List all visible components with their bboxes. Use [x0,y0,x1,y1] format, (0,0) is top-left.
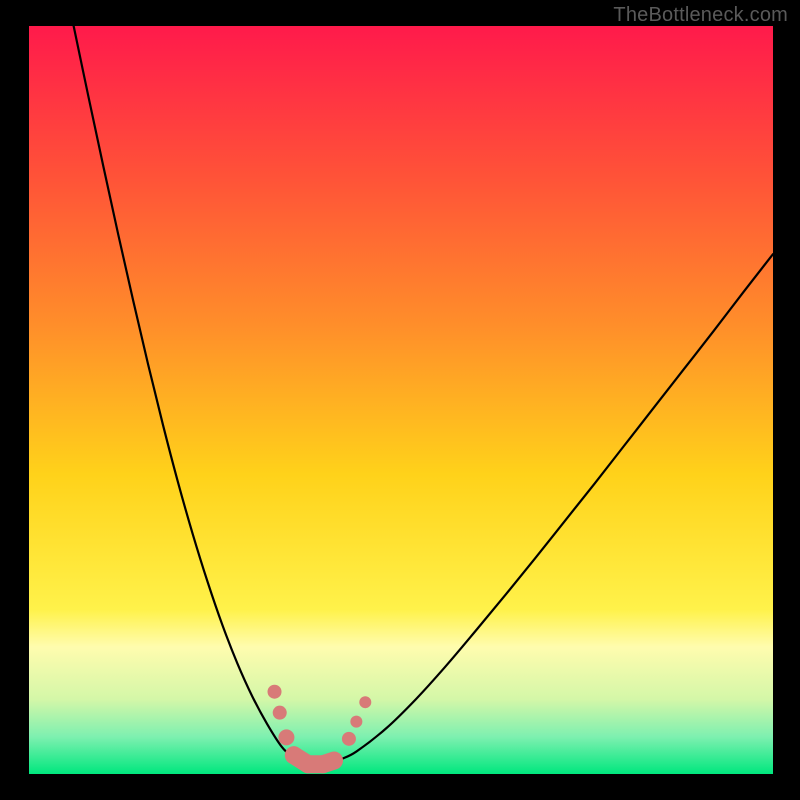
watermark-text: TheBottleneck.com [613,4,788,27]
plot-area [29,26,773,774]
plot-svg [29,26,773,774]
marker-point [342,732,356,746]
marker-point [350,716,362,728]
marker-point [268,685,282,699]
marker-point [326,753,342,769]
gradient-background [29,26,773,774]
chart-frame: TheBottleneck.com [0,0,800,800]
marker-point [273,706,287,720]
marker-point [359,696,371,708]
marker-point [278,729,294,745]
